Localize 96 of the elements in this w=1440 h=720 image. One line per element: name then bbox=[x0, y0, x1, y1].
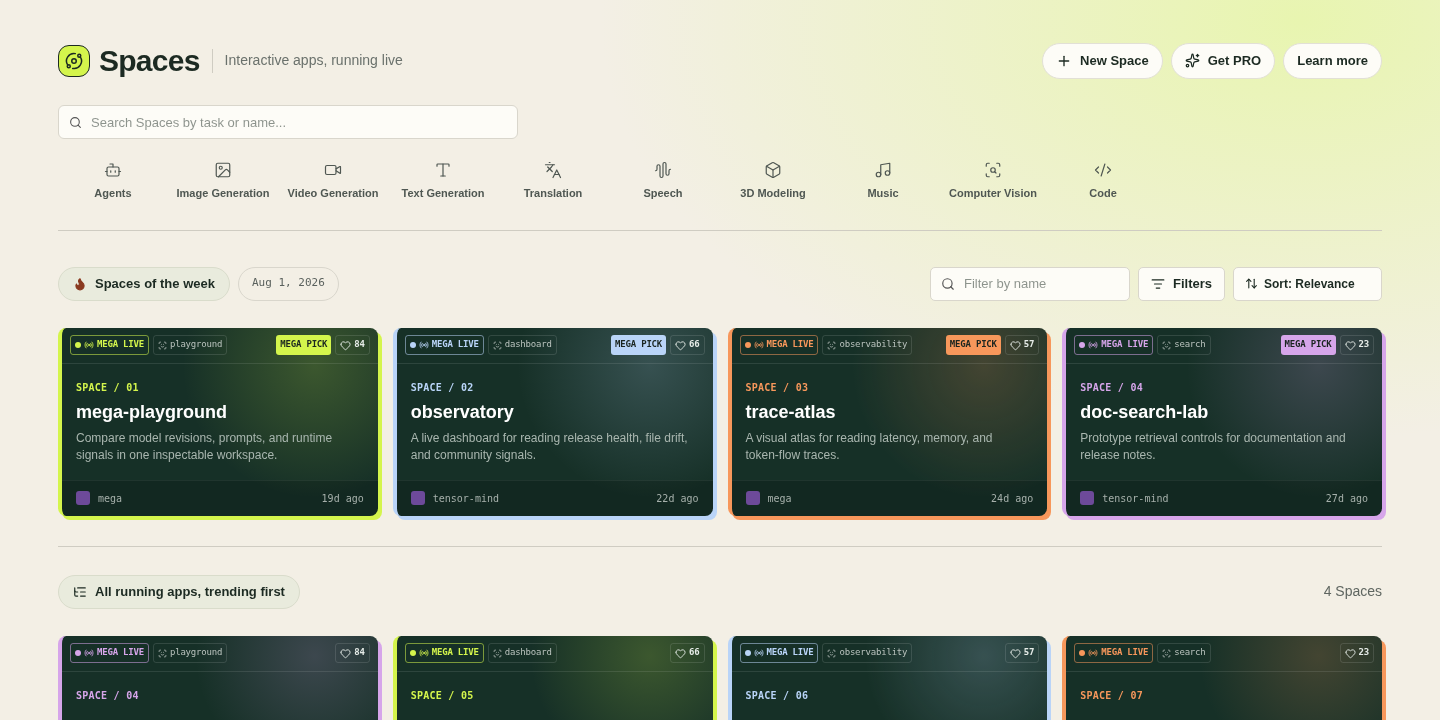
live-badge: MEGA LIVE bbox=[404, 643, 484, 663]
category-tab[interactable]: Video Generation bbox=[278, 161, 388, 202]
live-badge: MEGA LIVE bbox=[70, 643, 149, 663]
category-icon bbox=[1094, 161, 1112, 179]
pick-badge: MEGA PICK bbox=[611, 335, 667, 355]
space-description: A visual atlas for reading latency, memory, and token-flow traces. bbox=[745, 429, 994, 464]
tag-badge: search bbox=[1157, 643, 1211, 663]
author-name[interactable]: mega bbox=[767, 490, 792, 506]
tag-badge: playground bbox=[152, 335, 228, 355]
space-title: trace-atlas bbox=[745, 400, 837, 424]
section-pill: All running apps, trending first bbox=[58, 574, 300, 609]
space-index: SPACE / 07 bbox=[1080, 688, 1144, 703]
live-badge: MEGA LIVE bbox=[1074, 335, 1154, 355]
space-index: SPACE / 04 bbox=[76, 688, 140, 703]
header-button[interactable]: Learn more bbox=[1283, 42, 1382, 79]
likes-badge[interactable]: 84 bbox=[335, 643, 370, 663]
space-age: 27d ago bbox=[1325, 491, 1368, 506]
filter-field[interactable]: Filter by name bbox=[930, 266, 1130, 301]
space-description: A live dashboard for reading release health, file drift, and community signals. bbox=[410, 429, 689, 464]
filters-button[interactable]: Filters bbox=[1138, 266, 1225, 301]
pick-badge: MEGA PICK bbox=[945, 335, 1001, 355]
category-icon bbox=[764, 161, 782, 179]
sort-button[interactable]: Sort: Relevance bbox=[1233, 266, 1382, 301]
tag-badge: dashboard bbox=[487, 643, 557, 663]
category-tab[interactable]: Computer Vision bbox=[938, 161, 1048, 202]
page-subtitle: Interactive apps, running live bbox=[224, 51, 403, 70]
likes-badge[interactable]: 57 bbox=[1004, 643, 1040, 663]
category-tab[interactable]: 3D Modeling bbox=[718, 161, 828, 202]
space-card[interactable]: MEGA LIVE observability 57 SPACE / 06 bbox=[727, 635, 1048, 720]
flame-icon bbox=[73, 276, 87, 291]
author-avatar bbox=[76, 491, 90, 505]
likes-badge[interactable]: 84 bbox=[335, 335, 370, 355]
likes-badge[interactable]: 23 bbox=[1339, 335, 1374, 355]
space-index: SPACE / 05 bbox=[410, 688, 475, 703]
space-index: SPACE / 02 bbox=[410, 380, 475, 395]
pick-badge: MEGA PICK bbox=[1280, 335, 1336, 355]
page-title: Spaces bbox=[99, 43, 200, 79]
list-icon bbox=[73, 584, 87, 599]
likes-badge[interactable]: 66 bbox=[670, 643, 705, 663]
likes-badge[interactable]: 57 bbox=[1004, 335, 1040, 355]
tag-badge: observability bbox=[822, 643, 913, 663]
category-icon bbox=[874, 161, 892, 179]
author-name[interactable]: tensor-mind bbox=[432, 490, 499, 506]
sparkles-icon bbox=[1184, 53, 1200, 68]
tag-badge: observability bbox=[822, 335, 913, 355]
space-index: SPACE / 01 bbox=[76, 380, 140, 395]
space-description: Prototype retrieval controls for documentation and release notes. bbox=[1080, 429, 1347, 464]
space-age: 24d ago bbox=[991, 491, 1034, 506]
live-badge: MEGA LIVE bbox=[70, 335, 149, 355]
category-tab[interactable]: Speech bbox=[608, 161, 718, 202]
category-icon bbox=[984, 161, 1002, 179]
header-button[interactable]: New Space bbox=[1042, 42, 1163, 79]
category-icon bbox=[104, 161, 122, 179]
space-title: observatory bbox=[410, 400, 515, 424]
search-icon bbox=[69, 116, 82, 129]
category-tab[interactable]: Image Generation bbox=[168, 161, 278, 202]
search-field[interactable]: Search Spaces by task or name... bbox=[58, 105, 518, 139]
category-icon bbox=[544, 161, 562, 179]
author-avatar bbox=[745, 491, 760, 505]
space-index: SPACE / 06 bbox=[745, 688, 810, 703]
live-badge: MEGA LIVE bbox=[404, 335, 484, 355]
logo-icon bbox=[58, 44, 90, 77]
category-icon bbox=[214, 161, 232, 179]
likes-badge[interactable]: 23 bbox=[1339, 643, 1374, 663]
live-badge: MEGA LIVE bbox=[739, 335, 819, 355]
space-index: SPACE / 04 bbox=[1080, 380, 1144, 395]
space-age: 22d ago bbox=[656, 491, 699, 506]
tag-badge: playground bbox=[152, 643, 228, 663]
space-title: doc-search-lab bbox=[1080, 400, 1210, 424]
search-icon bbox=[941, 276, 955, 291]
live-badge: MEGA LIVE bbox=[1074, 643, 1154, 663]
category-tab[interactable]: Code bbox=[1048, 161, 1158, 202]
space-index: SPACE / 03 bbox=[745, 380, 810, 395]
author-avatar bbox=[410, 491, 425, 505]
category-icon bbox=[654, 161, 672, 179]
live-badge: MEGA LIVE bbox=[739, 643, 819, 663]
category-icon bbox=[434, 161, 452, 179]
section-pill: Spaces of the week bbox=[58, 266, 230, 301]
author-name[interactable]: tensor-mind bbox=[1102, 490, 1169, 506]
tag-badge: dashboard bbox=[487, 335, 557, 355]
category-tab[interactable]: Agents bbox=[58, 161, 168, 202]
space-age: 19d ago bbox=[321, 491, 364, 506]
spaces-count: 4 Spaces bbox=[1323, 582, 1382, 601]
likes-badge[interactable]: 66 bbox=[670, 335, 705, 355]
tag-badge: search bbox=[1157, 335, 1211, 355]
space-title: mega-playground bbox=[76, 400, 228, 424]
space-description: Compare model revisions, prompts, and runtime signals in one inspectable workspace. bbox=[76, 429, 334, 464]
pick-badge: MEGA PICK bbox=[276, 335, 332, 355]
category-tab[interactable]: Translation bbox=[498, 161, 608, 202]
author-name[interactable]: mega bbox=[98, 490, 123, 506]
category-tab[interactable]: Music bbox=[828, 161, 938, 202]
author-avatar bbox=[1080, 491, 1095, 505]
category-tab[interactable]: Text Generation bbox=[388, 161, 498, 202]
header-button[interactable]: Get PRO bbox=[1170, 42, 1276, 79]
filter-icon bbox=[1151, 276, 1165, 291]
sort-icon bbox=[1245, 277, 1258, 290]
